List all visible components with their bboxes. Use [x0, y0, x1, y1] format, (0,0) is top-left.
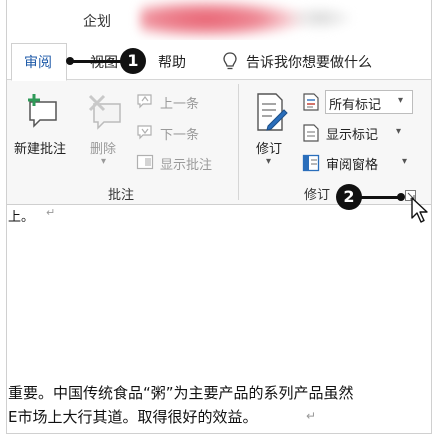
window-frame	[6, 0, 432, 434]
